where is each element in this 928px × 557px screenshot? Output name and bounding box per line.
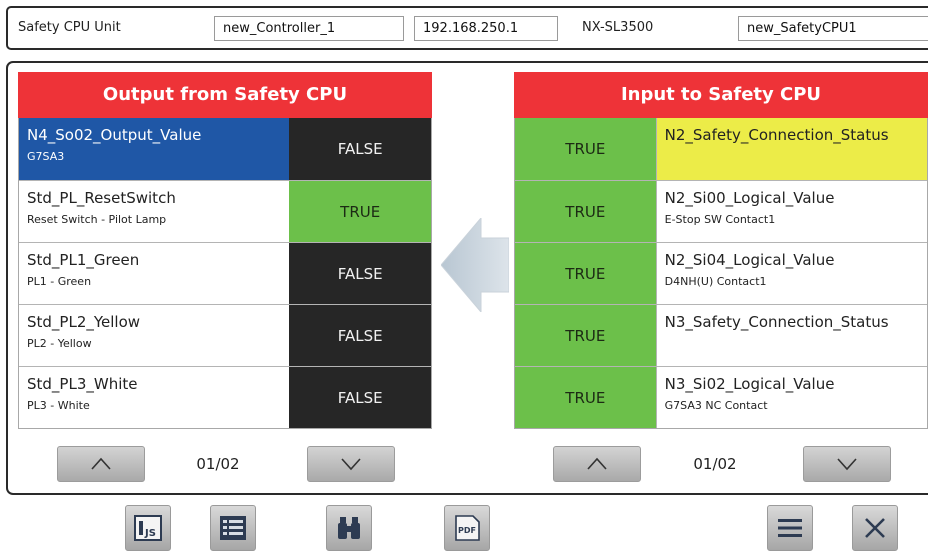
model-label: NX-SL3500: [582, 20, 654, 35]
js-icon-text: JS: [144, 528, 156, 539]
chevron-up-icon: [91, 457, 111, 470]
input-name-cell[interactable]: N2_Si04_Logical_Value D4NH(U) Contact1: [656, 243, 927, 304]
value-cell: TRUE: [515, 305, 657, 366]
variable-description: PL2 - Yellow: [27, 337, 92, 350]
output-panel: Output from Safety CPU N4_So02_Output_Va…: [18, 72, 432, 429]
close-icon: [865, 518, 885, 538]
menu-icon: [778, 519, 802, 537]
output-row[interactable]: Std_PL2_Yellow PL2 - Yellow FALSE: [19, 304, 431, 366]
controller-field: new_Controller_1: [214, 16, 404, 41]
input-page-up-button[interactable]: [553, 446, 641, 482]
output-page-indicator: 01/02: [196, 455, 240, 473]
output-name-cell[interactable]: N4_So02_Output_Value G7SA3: [19, 118, 290, 180]
variable-description: PL3 - White: [27, 399, 90, 412]
left-arrow-icon: [441, 218, 509, 312]
chevron-up-icon: [587, 457, 607, 470]
variable-name: N2_Si04_Logical_Value: [664, 251, 835, 269]
value-cell: TRUE: [515, 118, 657, 180]
variable-name: N4_So02_Output_Value: [27, 126, 202, 144]
binoculars-icon: [338, 517, 360, 539]
list-view-button[interactable]: [210, 505, 256, 551]
value-cell: TRUE: [515, 181, 657, 242]
variable-description: PL1 - Green: [27, 275, 92, 288]
output-row[interactable]: N4_So02_Output_Value G7SA3 FALSE: [19, 118, 431, 180]
variable-name: Std_PL_ResetSwitch: [27, 189, 176, 207]
variable-description: E-Stop SW Contact1: [664, 213, 776, 226]
variable-name: Std_PL2_Yellow: [27, 313, 141, 331]
pdf-export-button[interactable]: PDF: [444, 505, 490, 551]
input-row[interactable]: TRUE N2_Safety_Connection_Status: [515, 118, 927, 180]
value-cell: FALSE: [289, 367, 431, 428]
value-cell: FALSE: [289, 243, 431, 304]
variable-name: Std_PL3_White: [27, 375, 138, 393]
search-button[interactable]: [326, 505, 372, 551]
input-row[interactable]: TRUE N2_Si00_Logical_Value E-Stop SW Con…: [515, 180, 927, 242]
output-name-cell[interactable]: Std_PL2_Yellow PL2 - Yellow: [19, 305, 290, 366]
pdf-icon: PDF: [455, 515, 480, 541]
variable-name: N3_Safety_Connection_Status: [664, 313, 889, 331]
value-cell: TRUE: [515, 243, 657, 304]
output-name-cell[interactable]: Std_PL3_White PL3 - White: [19, 367, 290, 428]
input-name-cell[interactable]: N3_Safety_Connection_Status: [656, 305, 927, 366]
variable-name: N2_Safety_Connection_Status: [664, 126, 889, 144]
output-name-cell[interactable]: Std_PL1_Green PL1 - Green: [19, 243, 290, 304]
variable-name: N3_Si02_Logical_Value: [664, 375, 835, 393]
input-panel-title: Input to Safety CPU: [514, 72, 928, 118]
value-cell: FALSE: [289, 305, 431, 366]
list-icon: [220, 516, 246, 540]
value-cell: FALSE: [289, 118, 431, 180]
variable-description: D4NH(U) Contact1: [664, 275, 767, 288]
input-row[interactable]: TRUE N3_Si02_Logical_Value G7SA3 NC Cont…: [515, 366, 927, 428]
input-page-down-button[interactable]: [803, 446, 891, 482]
output-row[interactable]: Std_PL3_White PL3 - White FALSE: [19, 366, 431, 428]
close-button[interactable]: [852, 505, 898, 551]
pdf-icon-text: PDF: [458, 526, 476, 535]
input-name-cell[interactable]: N3_Si02_Logical_Value G7SA3 NC Contact: [656, 367, 927, 428]
variable-description: G7SA3 NC Contact: [664, 399, 768, 412]
output-row[interactable]: Std_PL1_Green PL1 - Green FALSE: [19, 242, 431, 304]
output-row[interactable]: Std_PL_ResetSwitch Reset Switch - Pilot …: [19, 180, 431, 242]
output-list: N4_So02_Output_Value G7SA3 FALSE Std_PL_…: [18, 118, 432, 429]
input-page-indicator: 01/02: [693, 455, 737, 473]
io-monitor-button[interactable]: JS: [125, 505, 171, 551]
ip-address-field: 192.168.250.1: [414, 16, 558, 41]
menu-button[interactable]: [767, 505, 813, 551]
io-js-icon: JS: [134, 515, 162, 541]
input-name-cell[interactable]: N2_Safety_Connection_Status: [656, 118, 927, 180]
chevron-down-icon: [341, 458, 361, 471]
variable-description: Reset Switch - Pilot Lamp: [27, 213, 167, 226]
input-panel: Input to Safety CPU TRUE N2_Safety_Conne…: [514, 72, 928, 429]
value-cell: TRUE: [289, 181, 431, 242]
input-name-cell[interactable]: N2_Si00_Logical_Value E-Stop SW Contact1: [656, 181, 927, 242]
safety-cpu-name-field: new_SafetyCPU1: [738, 16, 928, 41]
header-bar: Safety CPU Unit new_Controller_1 192.168…: [0, 0, 928, 56]
value-cell: TRUE: [515, 367, 657, 428]
unit-label: Safety CPU Unit: [18, 20, 121, 35]
output-page-up-button[interactable]: [57, 446, 145, 482]
variable-name: Std_PL1_Green: [27, 251, 140, 269]
input-list: TRUE N2_Safety_Connection_Status TRUE N2…: [514, 118, 928, 429]
output-name-cell[interactable]: Std_PL_ResetSwitch Reset Switch - Pilot …: [19, 181, 290, 242]
input-row[interactable]: TRUE N2_Si04_Logical_Value D4NH(U) Conta…: [515, 242, 927, 304]
output-page-down-button[interactable]: [307, 446, 395, 482]
variable-name: N2_Si00_Logical_Value: [664, 189, 835, 207]
chevron-down-icon: [837, 458, 857, 471]
variable-description: G7SA3: [27, 150, 65, 163]
input-row[interactable]: TRUE N3_Safety_Connection_Status: [515, 304, 927, 366]
output-panel-title: Output from Safety CPU: [18, 72, 432, 118]
